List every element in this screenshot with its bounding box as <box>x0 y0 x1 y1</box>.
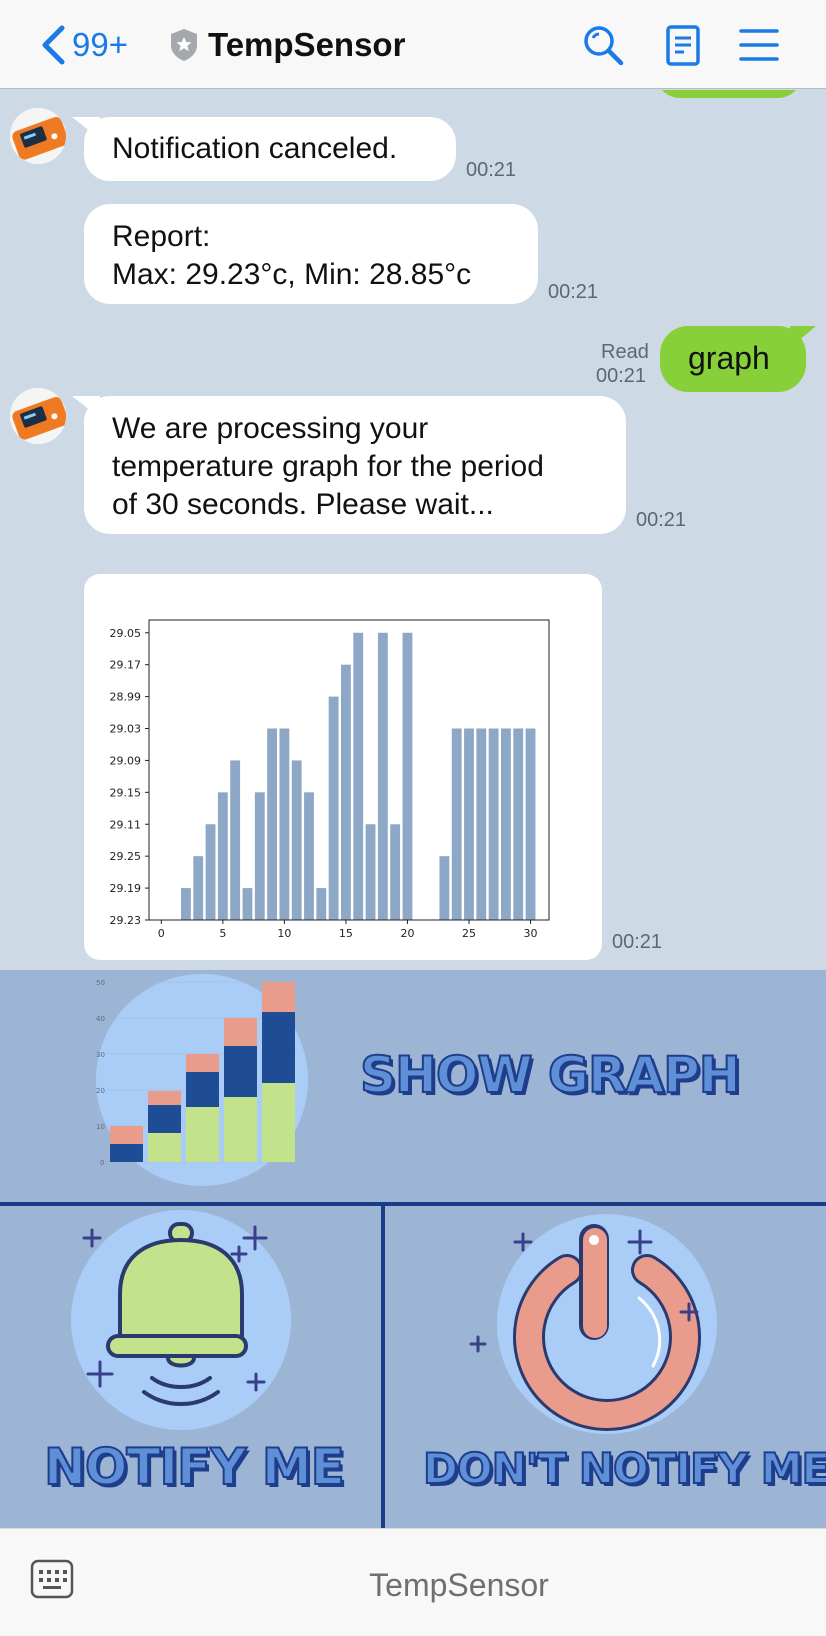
axis-tick-label: 20 <box>96 1087 105 1095</box>
chart-bar <box>525 728 536 920</box>
chart-bar <box>242 888 253 920</box>
shield-icon <box>171 29 197 61</box>
bell-icon <box>71 1210 291 1430</box>
y-tick-label: 29.03 <box>110 723 142 736</box>
chart-bar <box>193 856 204 920</box>
message-bubble[interactable]: We are processing your temperature graph… <box>84 396 626 534</box>
notify-me-button[interactable]: NOTIFY ME <box>0 1206 381 1528</box>
chart-bar <box>439 856 450 920</box>
previous-message-bubble <box>656 90 802 98</box>
search-icon[interactable] <box>582 24 624 66</box>
y-tick-label: 29.23 <box>110 914 142 927</box>
message-text-line: We are processing your <box>112 412 429 445</box>
message-bubble[interactable]: Report: Max: 29.23°c, Min: 28.85°c <box>84 204 538 304</box>
axis-tick-label: 40 <box>96 1015 105 1023</box>
show-graph-button[interactable]: 50 40 30 20 10 0 SHOW GRAPH <box>0 970 826 1202</box>
notes-icon[interactable] <box>662 24 704 66</box>
chart-bar <box>291 760 302 920</box>
message-text-line: Report: <box>112 220 211 253</box>
sensor-device-icon <box>10 108 66 164</box>
chevron-left-icon <box>42 25 65 65</box>
y-tick-label: 28.99 <box>110 691 142 704</box>
x-tick-label: 20 <box>400 927 414 940</box>
chart-bar <box>353 632 364 920</box>
chat-header: 99+ TempSensor <box>0 0 826 89</box>
axis-tick-label: 10 <box>96 1123 105 1131</box>
x-tick-label: 30 <box>524 927 538 940</box>
back-button[interactable]: 99+ <box>40 22 128 68</box>
chat-title: TempSensor <box>208 26 406 63</box>
message-text-line: of 30 seconds. Please wait... <box>112 488 494 521</box>
y-tick-label: 29.15 <box>110 786 142 799</box>
message-text-line: Max: 29.23°c, Min: 28.85°c <box>112 258 472 291</box>
chart-bar <box>279 728 290 920</box>
chart-bar <box>341 664 351 920</box>
menu-icon[interactable] <box>738 24 780 66</box>
avatar[interactable] <box>10 388 66 444</box>
message-time: 00:21 <box>548 281 599 303</box>
message-time: 00:21 <box>636 509 687 531</box>
chart-bar <box>267 728 277 920</box>
chart-bar <box>513 728 524 920</box>
sent-message-bubble[interactable]: graph <box>660 326 806 392</box>
chart-bar <box>181 888 191 920</box>
chart-bar <box>476 728 487 920</box>
power-icon <box>469 1214 717 1434</box>
message-text: Notification canceled. <box>112 132 398 165</box>
chart-bar <box>464 728 474 920</box>
bottom-bar: TempSensor <box>0 1528 826 1636</box>
message-time: 00:21 <box>466 159 517 181</box>
x-tick-label: 15 <box>339 927 353 940</box>
message-text: graph <box>688 340 770 376</box>
chart-bar <box>501 728 511 920</box>
dont-notify-me-label: DON'T NOTIFY ME <box>422 1443 826 1494</box>
sensor-device-icon <box>10 388 66 444</box>
chart-bar <box>402 632 413 920</box>
chart-bar <box>304 792 314 920</box>
chart-bar <box>316 888 327 920</box>
y-tick-label: 29.09 <box>110 754 142 767</box>
chat-area[interactable]: Notification canceled. 00:21 Report: Max… <box>0 90 826 970</box>
show-graph-label: SHOW GRAPH <box>359 1045 742 1105</box>
axis-tick-label: 30 <box>96 1051 105 1059</box>
message-bubble[interactable]: Notification canceled. <box>84 117 456 181</box>
y-tick-label: 29.17 <box>110 659 142 672</box>
x-tick-label: 25 <box>462 927 476 940</box>
dont-notify-me-button[interactable]: DON'T NOTIFY ME <box>385 1206 826 1528</box>
chart-bar <box>254 792 265 920</box>
chart-bar <box>488 728 499 920</box>
chart-bar <box>205 824 216 920</box>
chart-bar <box>451 728 462 920</box>
chart-bar <box>377 632 388 920</box>
y-tick-label: 29.19 <box>110 882 142 895</box>
y-tick-label: 29.25 <box>110 850 142 863</box>
read-status: Read <box>601 341 649 363</box>
chart-bar <box>217 792 228 920</box>
unread-count: 99+ <box>72 26 128 63</box>
message-time: 00:21 <box>596 365 647 387</box>
y-tick-label: 29.05 <box>110 627 142 640</box>
y-tick-label: 29.11 <box>110 818 142 831</box>
chart-bar <box>328 696 339 920</box>
x-tick-label: 5 <box>219 927 226 940</box>
axis-tick-label: 0 <box>100 1159 104 1167</box>
bar-chart-illustration: 50 40 30 20 10 0 <box>96 974 308 1186</box>
temperature-bar-chart: 0 5 10 15 20 25 30 29.23 29.19 29.25 29.11 29.15 29.… <box>110 619 550 940</box>
message-time: 00:21 <box>612 931 663 953</box>
rich-menu-title[interactable]: TempSensor <box>0 1567 826 1604</box>
x-tick-label: 10 <box>277 927 291 940</box>
x-tick-label: 0 <box>158 927 165 940</box>
axis-tick-label: 50 <box>96 979 105 987</box>
chart-bar <box>365 824 376 920</box>
rich-menu: 50 40 30 20 10 0 SHOW GRAPH NOTIFY ME DO… <box>0 970 826 1528</box>
chart-bar <box>390 824 401 920</box>
avatar[interactable] <box>10 108 66 164</box>
chart-image-message[interactable]: 0 5 10 15 20 25 30 29.23 29.19 29.25 29.11 29.15 29.… <box>84 574 602 960</box>
notify-me-label: NOTIFY ME <box>43 1437 346 1497</box>
chart-bar <box>230 760 241 920</box>
message-text-line: temperature graph for the period <box>112 450 544 483</box>
